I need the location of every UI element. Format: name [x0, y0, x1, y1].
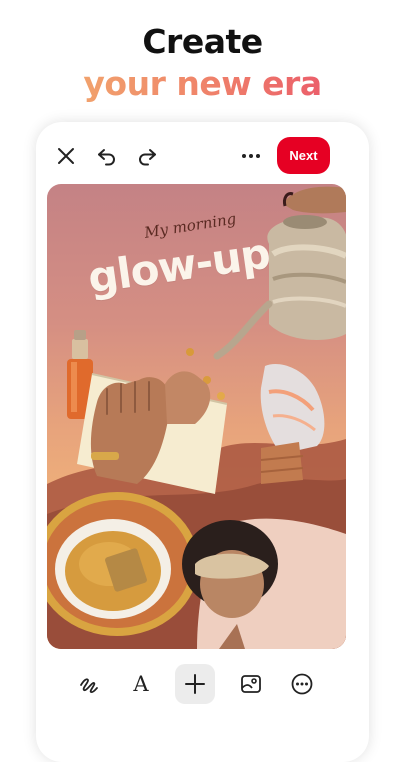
headline-new-era: your new era: [0, 64, 405, 104]
collage-canvas[interactable]: My morning glow-up: [47, 184, 346, 649]
more-circle-icon: [291, 673, 313, 695]
image-icon: [241, 675, 261, 693]
draw-tool-button[interactable]: [69, 664, 109, 704]
woman-eye-mask-image: [182, 518, 346, 649]
text-tool-icon: A: [133, 671, 149, 696]
undo-icon[interactable]: [95, 144, 119, 168]
redo-icon[interactable]: [135, 144, 159, 168]
close-icon[interactable]: [54, 144, 78, 168]
more-horizontal-icon[interactable]: [239, 144, 263, 168]
headline-create: Create: [142, 22, 263, 61]
top-toolbar: Next: [36, 122, 369, 184]
plus-icon: [185, 674, 205, 694]
more-options-button[interactable]: [282, 664, 322, 704]
text-tool-button[interactable]: A: [121, 664, 161, 704]
editor-phone-card: Next My morning glow-up A: [36, 122, 369, 762]
next-button[interactable]: Next: [277, 137, 330, 174]
add-element-button[interactable]: [175, 664, 215, 704]
image-tool-button[interactable]: [231, 664, 271, 704]
draw-squiggle-icon: [80, 678, 98, 694]
bottom-toolbar: A: [36, 664, 369, 708]
